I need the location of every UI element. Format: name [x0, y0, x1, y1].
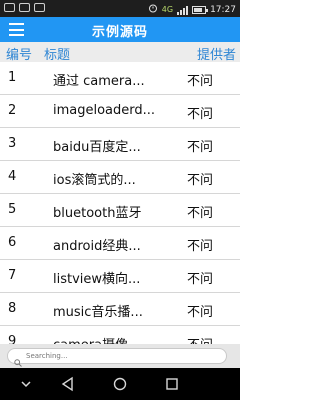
item-number: 3: [8, 136, 17, 151]
column-title-label: 标题: [44, 48, 71, 63]
item-provider: 不问: [187, 272, 214, 287]
usb-icon: [34, 3, 45, 12]
item-title: listview横向...: [53, 272, 141, 287]
signal-icon: [177, 5, 189, 15]
search-icon: [14, 352, 22, 367]
list-item[interactable]: 3 baidu百度定... 不问: [0, 128, 240, 161]
list-item[interactable]: 8 music音乐播... 不问: [0, 293, 240, 326]
notification-icon: [4, 3, 15, 12]
page-title: 示例源码: [91, 25, 148, 40]
item-number: 8: [8, 301, 17, 316]
column-header: 编号 标题 提供者: [0, 42, 240, 63]
list-item[interactable]: 2 imageloaderd... 不问: [0, 95, 240, 128]
list-item[interactable]: 6 android经典... 不问: [0, 227, 240, 260]
battery-icon: [192, 5, 209, 14]
chevron-down-icon[interactable]: [18, 376, 34, 392]
network-type: 4G: [161, 5, 174, 14]
list-item[interactable]: 4 ios滚筒式的... 不问: [0, 161, 240, 194]
item-provider: 不问: [187, 206, 214, 221]
item-number: 5: [8, 202, 17, 217]
status-time: 17:27: [210, 4, 236, 15]
list-item[interactable]: 1 通过 camera... 不问: [0, 62, 240, 95]
item-title: baidu百度定...: [53, 140, 141, 155]
item-title: music音乐播...: [53, 305, 143, 320]
item-title: imageloaderd...: [53, 103, 156, 118]
item-number: 1: [8, 70, 17, 85]
item-number: 4: [8, 169, 17, 184]
navigation-bar: [0, 368, 240, 400]
item-title: ios滚筒式的...: [53, 173, 136, 188]
search-field[interactable]: [7, 348, 227, 367]
item-title: android经典...: [53, 239, 141, 254]
source-list: 1 通过 camera... 不问 2 imageloaderd... 不问 3…: [0, 62, 240, 359]
search-bar: [0, 344, 240, 368]
item-provider: 不问: [187, 140, 214, 155]
image-icon: [19, 3, 30, 12]
app-bar: 示例源码: [0, 17, 240, 42]
column-number-label: 编号: [6, 48, 33, 63]
alarm-icon: [148, 3, 158, 16]
item-provider: 不问: [187, 107, 214, 122]
item-number: 6: [8, 235, 17, 250]
status-bar: 4G 17:27: [0, 0, 240, 17]
item-provider: 不问: [187, 239, 214, 254]
item-provider: 不问: [187, 305, 214, 320]
list-item[interactable]: 5 bluetooth蓝牙 不问: [0, 194, 240, 227]
item-provider: 不问: [187, 173, 214, 188]
home-icon[interactable]: [112, 376, 128, 392]
item-number: 2: [8, 103, 17, 118]
recent-apps-icon[interactable]: [164, 376, 180, 392]
search-input[interactable]: [26, 350, 216, 362]
column-provider-label: 提供者: [196, 48, 236, 63]
back-icon[interactable]: [60, 376, 76, 392]
item-title: 通过 camera...: [53, 74, 145, 89]
item-number: 7: [8, 268, 17, 283]
list-item[interactable]: 7 listview横向... 不问: [0, 260, 240, 293]
item-title: bluetooth蓝牙: [53, 206, 142, 221]
item-provider: 不问: [187, 74, 214, 89]
